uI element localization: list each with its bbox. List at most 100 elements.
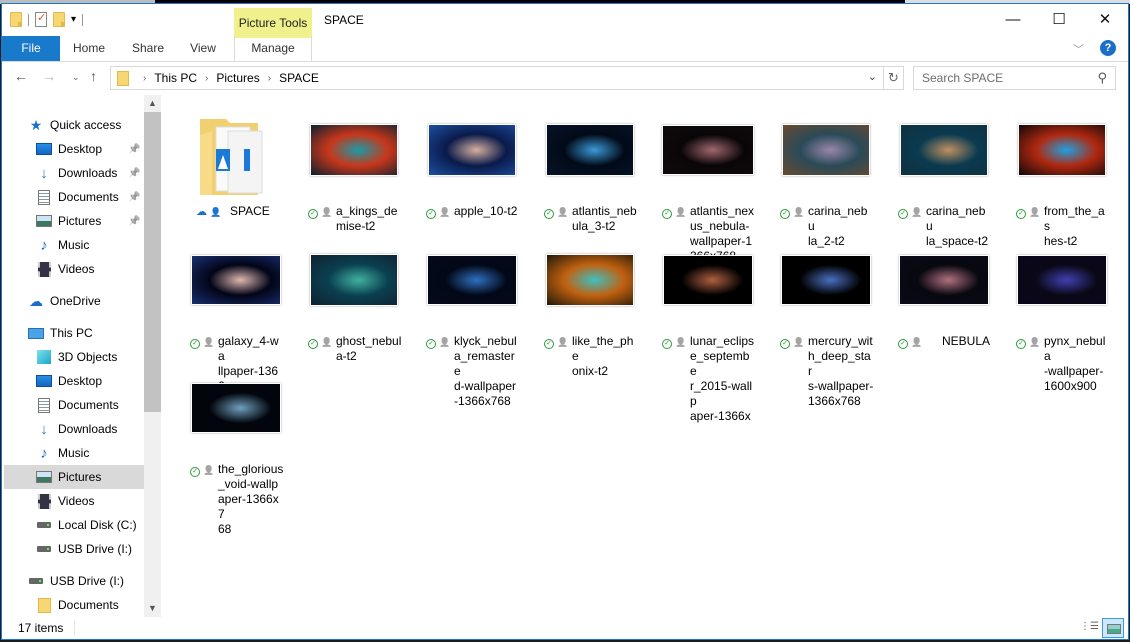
up-arrow-icon[interactable]: ↑ [90,68,97,84]
file-item[interactable]: ✓ 👤 NEBULA [892,225,996,353]
file-name-line: _void-wallp [218,477,279,491]
scrollbar-thumb[interactable] [144,112,161,412]
file-name-line: atlantis_nex [690,204,755,218]
pin-icon[interactable]: 📌 [128,192,140,203]
sidebar-item-onedrive[interactable]: ☁ OneDrive [28,289,101,313]
customize-toolbar-icon[interactable]: ▾ [71,14,76,25]
sidebar-item-label: Documents [58,598,119,612]
shared-person-icon: 👤 [439,207,451,217]
chevron-right-icon[interactable]: › [205,73,208,84]
tab-file[interactable]: File [2,36,60,61]
file-name-line: r_2015-wallp [690,379,753,408]
sidebar-item-usb-drive-i[interactable]: USB Drive (I:) [36,537,132,561]
pin-icon[interactable]: 📌 [128,168,140,179]
close-button[interactable]: ✕ [1082,4,1128,34]
sidebar-item-label: Videos [58,262,95,276]
sidebar-item-documents[interactable]: Documents [36,593,119,617]
usb-drive-icon [36,541,52,557]
desktop-icon [36,373,52,389]
file-item[interactable]: ✓ 👤 the_glorious _void-wallp aper-1366x7 68 [184,353,288,536]
tab-manage[interactable]: Manage [234,36,312,61]
sidebar-item-3d-objects[interactable]: 3D Objects [36,345,117,369]
breadcrumb-space[interactable]: SPACE [279,71,319,85]
file-item[interactable]: ✓ 👤 carina_nebu la_2-t2 [774,95,878,248]
tab-view[interactable]: View [189,36,217,61]
sidebar-item-music[interactable]: ♪ Music [36,441,89,465]
sidebar-item-desktop[interactable]: Desktop 📌 [36,137,140,161]
pictures-icon [36,469,52,485]
shared-person-icon: 👤 [911,207,923,217]
address-bar[interactable]: › This PC › Pictures › SPACE ⌄ [110,66,884,90]
sidebar-item-usb-drive-i[interactable]: USB Drive (I:) [28,569,124,593]
folder-item[interactable]: ☁ 👤 SPACE [184,95,288,223]
file-item[interactable]: ✓ 👤 pynx_nebula -wallpaper- 1600x900 [1010,225,1114,393]
sidebar-item-pictures[interactable]: Pictures 📌 [36,209,140,233]
file-item[interactable]: ✓ 👤 mercury_wit h_deep_star s-wallpaper- 1366… [774,225,878,408]
file-name-line: ghost_nebul [336,334,402,348]
expand-ribbon-icon[interactable]: ﹀ [1073,41,1084,57]
sidebar-item-videos[interactable]: Videos [36,489,94,513]
breadcrumb-this-pc[interactable]: This PC [154,71,197,85]
folder-icon [36,597,52,613]
properties-icon[interactable] [35,11,47,27]
details-view-button[interactable]: ⋮☰ [1080,620,1099,636]
folder-thumbnail-icon [198,115,263,197]
forward-arrow-icon[interactable]: → [42,68,56,84]
breadcrumb-pictures[interactable]: Pictures [216,71,259,85]
chevron-down-icon[interactable]: ⌄ [868,70,877,83]
file-item[interactable]: ✓👤galaxy_4-wallpaper-1366x768 [184,225,288,408]
file-item[interactable]: ✓ 👤 a_kings_de mise-t2 [302,95,406,233]
image-thumbnail [546,124,634,176]
sidebar-item-downloads[interactable]: ↓ Downloads 📌 [36,161,140,185]
help-icon[interactable]: ? [1100,40,1116,56]
file-item[interactable]: ✓ 👤 klyck_nebul a_remastere d-wallpaper -1366… [420,225,524,408]
image-thumbnail [310,254,398,306]
tab-share[interactable]: Share [131,36,165,61]
large-icons-view-button[interactable] [1102,618,1124,638]
sidebar-item-label: Pictures [58,214,102,228]
file-item[interactable]: ✓ 👤 atlantis_neb ula_3-t2 [538,95,642,233]
sidebar-item-desktop[interactable]: Desktop [36,369,102,393]
file-name-line: atlantis_neb [572,204,637,218]
image-thumbnail [546,254,634,306]
sidebar-item-videos[interactable]: Videos [36,257,94,281]
scroll-up-icon[interactable]: ▲ [144,95,161,112]
sidebar-item-this-pc[interactable]: This PC [28,321,93,345]
scroll-down-icon[interactable]: ▼ [144,600,161,617]
sidebar-item-pictures[interactable]: Pictures [4,465,144,489]
refresh-icon[interactable]: ↻ [884,66,904,90]
sidebar-item-documents[interactable]: Documents [36,393,119,417]
file-name-line: onix-t2 [572,364,609,378]
tab-home[interactable]: Home [72,36,106,61]
file-item[interactable]: ✓ 👤 ghost_nebul a-t2 [302,225,406,363]
synced-check-icon: ✓ [426,339,436,349]
sidebar-item-downloads[interactable]: ↓ Downloads [36,417,117,441]
file-name-label: ✓ 👤 pynx_nebula -wallpaper- 1600x900 [1010,334,1114,394]
minimize-button[interactable]: — [990,4,1036,34]
sidebar-item-documents[interactable]: Documents 📌 [36,185,140,209]
file-item[interactable]: ✓ 👤 apple_10-t2 [420,95,524,223]
search-input[interactable]: Search SPACE ⚲ [913,66,1116,90]
recent-locations-icon[interactable]: ⌄ [72,72,80,83]
file-item[interactable]: ✓ 👤 like_the_phe onix-t2 [538,225,642,378]
search-icon[interactable]: ⚲ [1097,67,1107,89]
pin-icon[interactable]: 📌 [128,216,140,227]
chevron-right-icon[interactable]: › [268,73,271,84]
new-folder-icon[interactable] [53,12,65,27]
file-item[interactable]: ✓ 👤 carina_nebu la_space-t2 [892,95,996,248]
pin-icon[interactable]: 📌 [128,144,140,155]
image-thumbnail [191,255,281,305]
chevron-right-icon[interactable]: › [143,73,146,84]
sidebar-item-local-disk-c[interactable]: Local Disk (C:) [36,513,137,537]
maximize-button[interactable]: ☐ [1036,4,1082,34]
file-name-line: klyck_nebul [454,334,517,348]
sidebar-item-quick-access[interactable]: ★ Quick access [28,113,122,137]
image-thumbnail [900,124,988,176]
file-item[interactable]: ✓👤atlantis_nexus_nebula-wallpaper-1366x7… [656,95,760,263]
back-arrow-icon[interactable]: ← [14,68,28,84]
file-item[interactable]: ✓ 👤 lunar_eclips e_septembe r_2015-wallp aper… [656,225,760,423]
file-item[interactable]: ✓ 👤 from_the_as hes-t2 [1010,95,1114,248]
sidebar-item-label: Quick access [50,118,122,132]
sidebar-item-music[interactable]: ♪ Music [36,233,89,257]
sidebar-item-label: Music [58,446,90,460]
